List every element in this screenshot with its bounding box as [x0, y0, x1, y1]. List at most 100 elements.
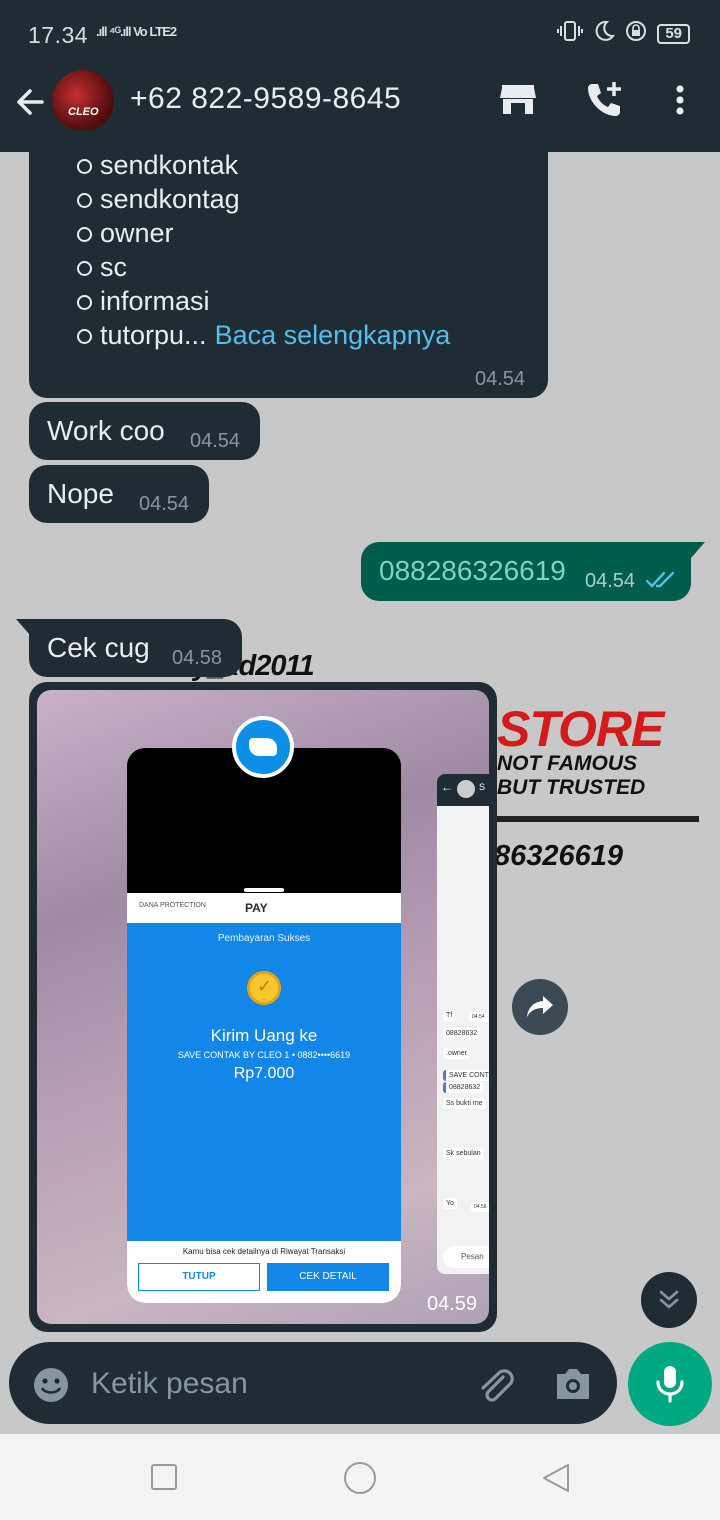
message-time: 04.58 — [172, 647, 223, 669]
wallpaper-number: 86326619 — [494, 840, 624, 872]
receipt-recipient: SAVE CONTAK BY CLEO 1 • 0882••••6619 — [177, 1050, 351, 1060]
forward-button[interactable] — [512, 979, 568, 1035]
avatar[interactable]: CLEO — [52, 70, 114, 132]
message-time: 04.54 — [139, 493, 190, 515]
double-check-read-icon — [645, 570, 677, 595]
bubble-tail — [16, 619, 30, 635]
bullet-icon — [77, 192, 92, 208]
scroll-to-bottom-button[interactable] — [641, 1272, 697, 1328]
vibrate-icon — [557, 20, 584, 48]
wallpaper-divider — [497, 816, 699, 822]
system-nav-bar — [0, 1434, 720, 1520]
bullet-icon — [77, 328, 92, 344]
status-bar: 17.34 .ıll ⁴ᴳ.ıll Vo LTE2 59 — [0, 0, 720, 66]
mini-message: 08828632 — [443, 1082, 484, 1093]
receipt-amount: Rp7.000 — [233, 1065, 295, 1082]
double-chevron-down-icon — [659, 1290, 679, 1309]
screenshot-image[interactable]: DANA PROTECTION PAY Pembayaran Sukses Ki… — [37, 690, 489, 1324]
detail-button: CEK DETAIL — [267, 1263, 389, 1291]
shop-icon[interactable] — [498, 80, 538, 120]
message-input-bar: Ketik pesan — [9, 1342, 617, 1424]
wallpaper-line2: BUT TRUSTED — [497, 776, 646, 799]
forward-icon — [527, 996, 553, 1017]
message-text: Nope — [47, 478, 114, 509]
mini-message: .owner — [443, 1048, 471, 1059]
add-call-icon[interactable] — [584, 80, 624, 120]
message-time: 04.59 — [426, 1293, 477, 1315]
bullet-icon — [77, 158, 92, 174]
mini-message: Tf — [443, 1010, 456, 1021]
mini-message: 08828632 — [443, 1028, 481, 1039]
recents-icon[interactable] — [150, 1463, 178, 1496]
message-time: 04.54 — [475, 368, 526, 390]
message-text: Cek cug — [47, 632, 150, 663]
mini-chat-header: ← S — [437, 774, 489, 806]
more-vert-icon[interactable] — [662, 80, 702, 120]
moon-icon — [593, 20, 616, 48]
incoming-message[interactable]: Work coo 04.54 — [29, 402, 260, 460]
emoji-icon[interactable] — [32, 1366, 70, 1409]
mini-avatar — [457, 780, 475, 798]
home-bar — [244, 888, 284, 892]
bullet-icon — [77, 294, 92, 310]
status-right-icons: 59 — [557, 20, 690, 48]
back-arrow-icon[interactable] — [12, 84, 48, 120]
receipt-info: Kamu bisa cek detailnya di Riwayat Trans… — [182, 1247, 346, 1256]
message-time: 04.54 — [190, 430, 241, 452]
list-item: informasi — [77, 284, 450, 318]
receipt-header: DANA PROTECTION PAY — [127, 893, 401, 923]
battery-indicator: 59 — [657, 24, 690, 44]
message-time: 04.54 — [585, 570, 636, 592]
list-item: sendkontag — [77, 182, 450, 216]
signal-indicators: .ıll ⁴ᴳ.ıll Vo LTE2 — [96, 24, 177, 39]
mic-icon — [656, 1366, 684, 1403]
list-item: sc — [77, 250, 450, 284]
receipt-body: Pembayaran Sukses Kirim Uang ke SAVE CON… — [127, 923, 401, 1241]
incoming-message[interactable]: Cek cug 04.58 — [16, 619, 242, 677]
mini-title: S — [479, 782, 486, 792]
close-button: TUTUP — [138, 1263, 260, 1291]
protection-label: DANA PROTECTION — [139, 902, 206, 909]
recent-app-card: ← S Tf 04.54 08828632 .owner SAVE CONT 0… — [437, 774, 489, 1274]
voice-record-button[interactable] — [628, 1342, 712, 1426]
list-item: owner — [77, 216, 450, 250]
camera-icon[interactable] — [553, 1366, 593, 1407]
incoming-message[interactable]: Nope 04.54 — [29, 465, 209, 523]
mini-message: Sk sebulan — [443, 1148, 484, 1159]
home-icon[interactable] — [342, 1460, 378, 1501]
lock-icon — [625, 20, 647, 48]
back-nav-icon[interactable] — [540, 1462, 572, 1499]
read-more-link[interactable]: Baca selengkapnya — [215, 318, 451, 352]
payment-status: Pembayaran Sukses — [217, 933, 311, 944]
receipt-title: Kirim Uang ke — [210, 1026, 318, 1045]
mini-message: Yo — [443, 1198, 457, 1209]
mini-message: SAVE CONT — [443, 1070, 489, 1081]
menu-list: sendkontak sendkontag owner sc informasi… — [77, 148, 450, 352]
status-time: 17.34 — [28, 22, 89, 48]
list-item: tutorpu... Baca selengkapnya — [77, 318, 450, 352]
list-item: sendkontak — [77, 148, 450, 182]
bubble-tail — [691, 542, 705, 558]
mini-back-icon: ← — [441, 780, 453, 794]
mini-input: Pesan — [443, 1246, 489, 1268]
mini-time: 04.54 — [469, 1012, 488, 1022]
receipt-footer: Kamu bisa cek detailnya di Riwayat Trans… — [127, 1241, 401, 1303]
mini-time: 04.56 — [471, 1202, 489, 1212]
pay-label: PAY — [245, 901, 268, 915]
payment-screenshot: DANA PROTECTION PAY Pembayaran Sukses Ki… — [127, 748, 401, 1303]
mini-message: Ss bukti me — [443, 1098, 486, 1109]
bullet-icon — [77, 226, 92, 242]
image-message[interactable]: DANA PROTECTION PAY Pembayaran Sukses Ki… — [29, 682, 497, 1332]
avatar-text: CLEO — [68, 106, 99, 118]
outgoing-message[interactable]: 088286326619 04.54 — [361, 542, 705, 601]
contact-name[interactable]: +62 822-9589-8645 — [130, 82, 401, 116]
attach-icon[interactable] — [473, 1364, 515, 1411]
wallpaper-store: STORE — [497, 701, 664, 757]
coin-check-icon — [247, 971, 281, 1005]
dana-logo-icon — [232, 716, 294, 778]
message-text: Work coo — [47, 415, 165, 446]
message-text: 088286326619 — [379, 555, 566, 586]
menu-message[interactable]: sendkontak sendkontag owner sc informasi… — [29, 130, 548, 398]
bullet-icon — [77, 260, 92, 276]
message-input[interactable]: Ketik pesan — [91, 1367, 248, 1401]
